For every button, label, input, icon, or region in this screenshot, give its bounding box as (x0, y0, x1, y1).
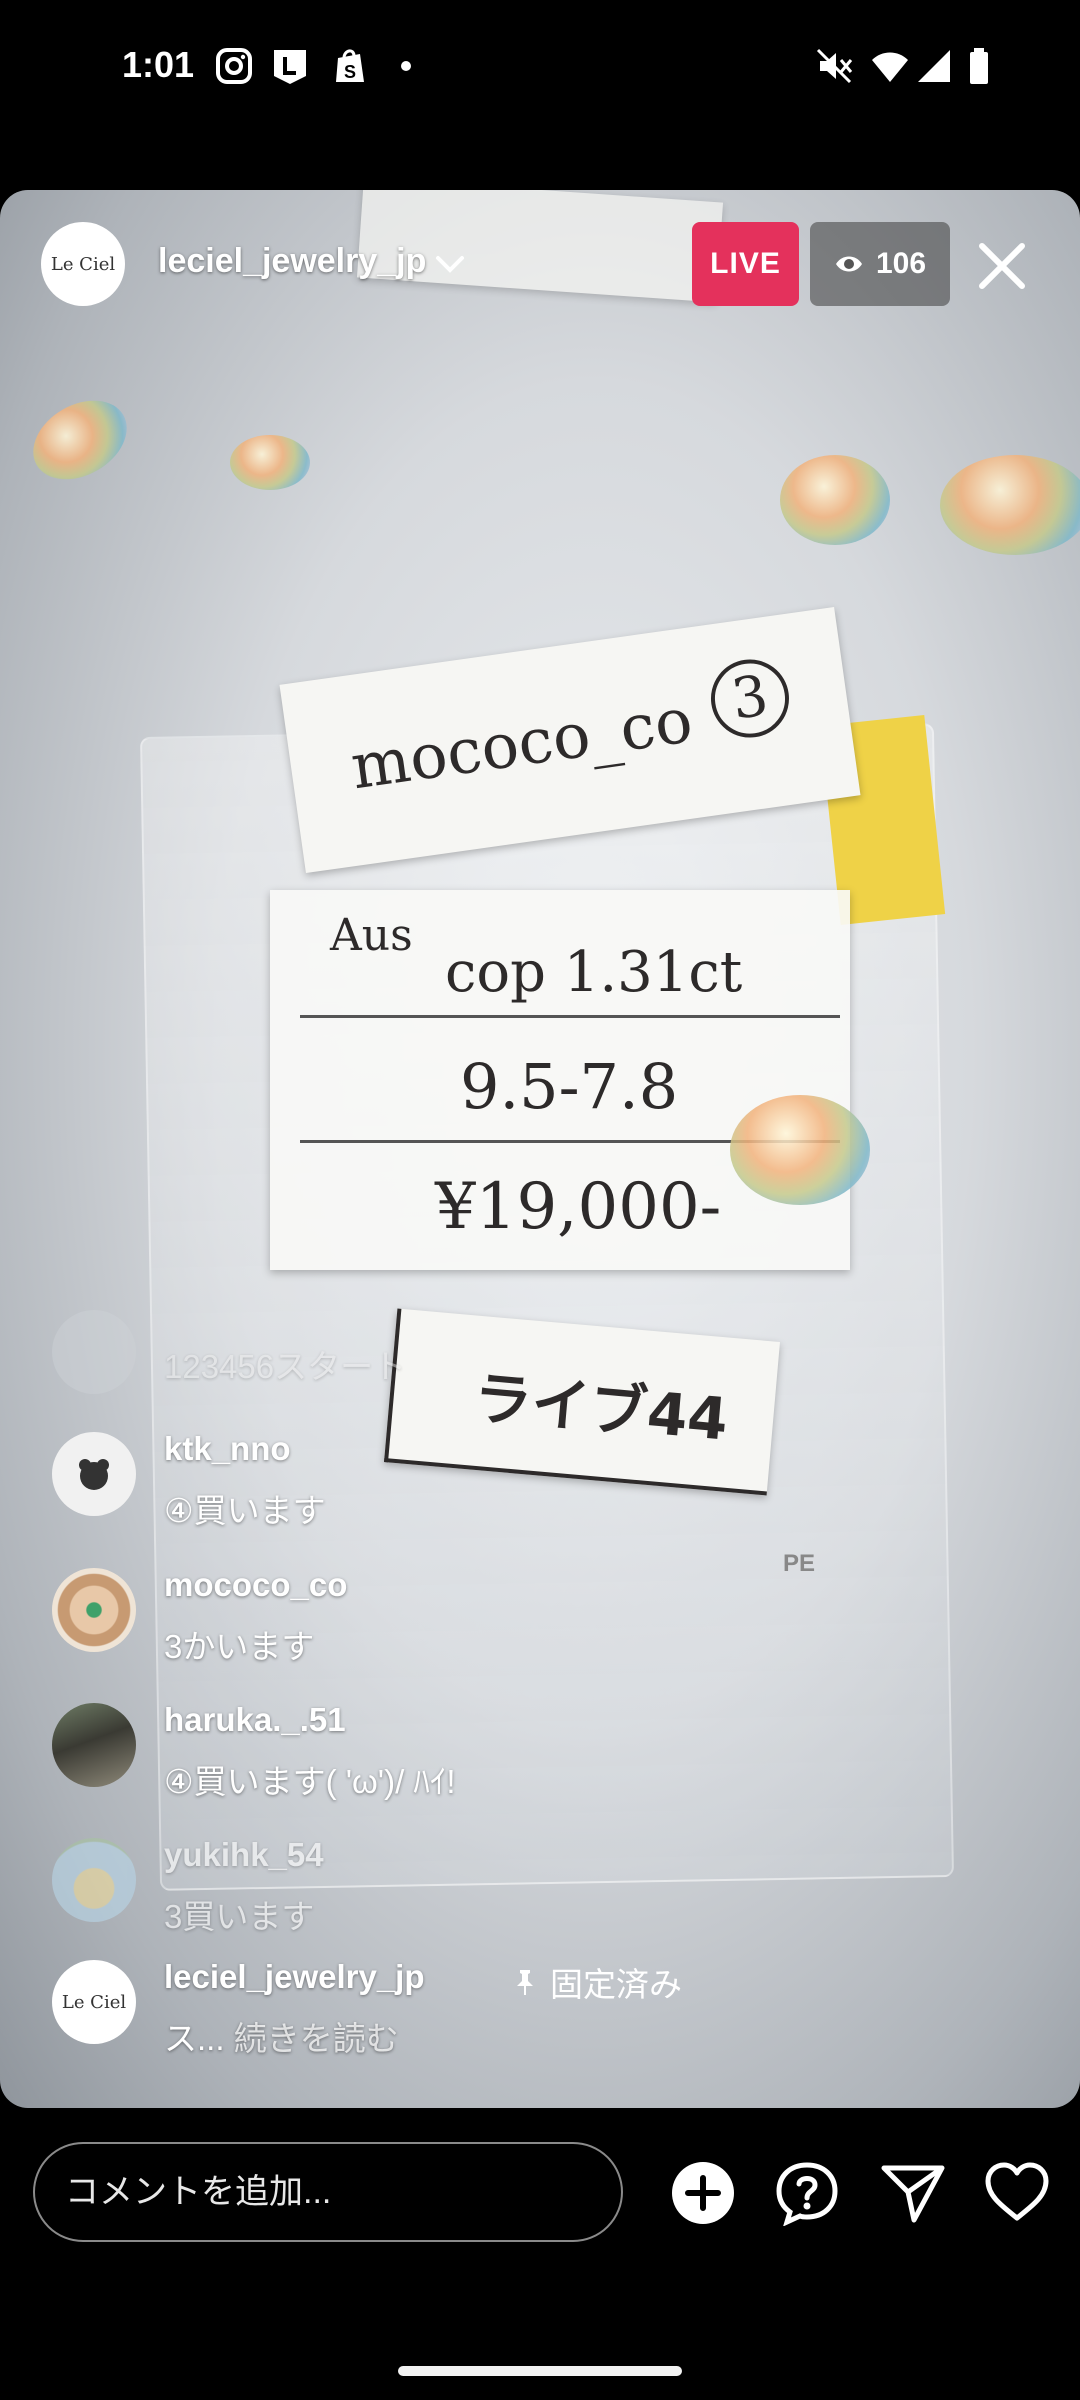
comment-item[interactable]: mococo_co 3かいます (52, 1566, 952, 1688)
home-indicator[interactable] (398, 2366, 682, 2376)
chevron-down-icon[interactable] (432, 246, 468, 282)
pin-icon (517, 1970, 533, 1995)
size-text: 9.5-7.8 (460, 1050, 679, 1123)
pinned-message-line: ス... 続きを読む (164, 2012, 399, 2060)
comment-item[interactable]: 123456スタート (52, 1310, 952, 1394)
comment-input[interactable] (33, 2142, 623, 2242)
comment-message: 123456スタート (164, 1348, 407, 1385)
status-bar: 1:01 S (0, 0, 1080, 135)
shopify-icon: S (336, 49, 364, 82)
wifi-icon (872, 52, 908, 82)
eye-icon (835, 256, 862, 272)
signal-icon (918, 50, 950, 82)
live-badge: LIVE (692, 222, 799, 306)
opal-stone (230, 435, 310, 490)
comment-message: ④買います (164, 1492, 326, 1529)
stone-text: cop 1.31ct (445, 940, 743, 1005)
host-avatar[interactable]: Le Ciel (41, 222, 125, 306)
add-icon[interactable] (670, 2160, 736, 2226)
comment-item[interactable]: ktk_nno ④買います (52, 1430, 952, 1552)
comment-message: ス... (164, 2020, 225, 2057)
opal-stone (19, 384, 141, 496)
pinned-comment[interactable]: Le Ciel leciel_jewelry_jp 固定済み ス... 続きを読… (52, 1958, 952, 2080)
opal-stone (780, 455, 890, 545)
question-icon[interactable] (774, 2160, 840, 2226)
opal-stone (940, 455, 1080, 555)
heart-icon[interactable] (984, 2160, 1050, 2226)
l-app-icon (274, 50, 306, 84)
avatar[interactable] (52, 1703, 136, 1787)
host-avatar-logo: Le Ciel (50, 253, 116, 275)
avatar[interactable] (52, 1432, 136, 1516)
send-icon[interactable] (880, 2160, 946, 2226)
avatar[interactable] (52, 1568, 136, 1652)
gorilla-icon (79, 1459, 109, 1490)
comment-item[interactable]: haruka._.51 ④買います( 'ω')/ ﾊｲ! (52, 1701, 952, 1823)
avatar[interactable] (52, 1310, 136, 1394)
comment-username[interactable]: haruka._.51 (164, 1701, 346, 1739)
avatar[interactable] (52, 1838, 136, 1922)
card-number: 3 (705, 654, 795, 743)
pinned-avatar-logo: Le Ciel (61, 1991, 127, 2013)
battery-icon (970, 48, 988, 84)
info-label: Aus cop 1.31ct 9.5-7.8 ¥19,000- (270, 890, 850, 1270)
mute-icon (816, 48, 853, 84)
comment-username[interactable]: ktk_nno (164, 1430, 291, 1468)
viewer-count: 106 (875, 247, 927, 280)
comment-message: 3かいます (164, 1628, 315, 1665)
avatar[interactable]: Le Ciel (52, 1960, 136, 2044)
viewer-count-badge[interactable]: 106 (810, 222, 950, 306)
comment-message: ④買います( 'ω')/ ﾊｲ! (164, 1763, 456, 1800)
close-icon[interactable] (972, 236, 1032, 296)
origin-text: Aus (330, 910, 413, 961)
host-username[interactable]: leciel_jewelry_jp (158, 242, 426, 281)
comment-username[interactable]: leciel_jewelry_jp (164, 1958, 425, 1996)
comment-username[interactable]: yukihk_54 (164, 1836, 324, 1874)
opal-stone (730, 1095, 870, 1205)
dot-icon (401, 61, 411, 71)
instagram-icon (216, 48, 252, 84)
comment-username[interactable]: mococo_co (164, 1566, 347, 1604)
comment-item[interactable]: yukihk_54 3買います (52, 1836, 952, 1958)
pinned-indicator: 固定済み (510, 1958, 682, 2006)
pinned-label: 固定済み (550, 1966, 682, 2003)
read-more-link[interactable]: 続きを読む (234, 2020, 399, 2057)
card-name: mococo_co (346, 683, 697, 804)
comment-message: 3買います (164, 1898, 315, 1935)
price-text: ¥19,000- (435, 1170, 722, 1244)
svg-text:S: S (344, 62, 356, 82)
status-time: 1:01 (122, 44, 195, 85)
